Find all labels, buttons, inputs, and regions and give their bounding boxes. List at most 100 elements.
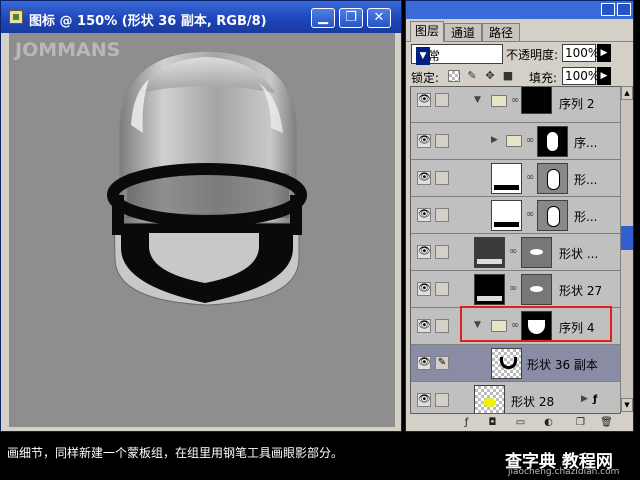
- link-slot[interactable]: [435, 282, 449, 296]
- fill-slider-button[interactable]: ▶: [597, 67, 611, 85]
- layer-name: 序...: [574, 136, 598, 150]
- scroll-up-icon[interactable]: ▲: [621, 86, 633, 100]
- layer-style-icon[interactable]: ƒ: [593, 394, 597, 405]
- tab-channels[interactable]: 通道: [444, 23, 482, 41]
- link-slot[interactable]: [435, 393, 449, 407]
- panel-minimize-button[interactable]: [601, 3, 615, 16]
- blend-mode-select[interactable]: 正常 ▼: [411, 44, 503, 65]
- fill-label: 填充:: [529, 71, 558, 85]
- brush-icon[interactable]: ✎: [435, 356, 449, 370]
- artwork: [107, 50, 307, 306]
- eye-icon[interactable]: 👁: [417, 134, 431, 148]
- adjustment-layer-button[interactable]: ◐: [542, 416, 555, 429]
- panel-tabs: 图层 通道 路径: [406, 21, 633, 42]
- layer-thumbnail[interactable]: [474, 385, 505, 413]
- layer-name: 形状 27: [559, 284, 603, 298]
- layer-row-shape[interactable]: 👁 ∞ 形状 ...: [411, 234, 620, 271]
- eye-icon[interactable]: 👁: [417, 171, 431, 185]
- photoshop-document-icon: [9, 10, 23, 24]
- eye-icon[interactable]: 👁: [417, 356, 431, 370]
- layer-row-shape[interactable]: 👁 ∞ 形...: [411, 160, 620, 197]
- vector-mask-thumbnail[interactable]: [521, 274, 552, 305]
- link-slot[interactable]: [435, 171, 449, 185]
- minimize-button[interactable]: ▁: [311, 8, 335, 28]
- eye-icon[interactable]: 👁: [417, 208, 431, 222]
- tab-layers[interactable]: 图层: [410, 21, 444, 42]
- layer-style-button[interactable]: ƒ: [460, 416, 473, 429]
- chain-icon[interactable]: ∞: [509, 246, 517, 257]
- document-window: 图标 @ 150% (形状 36 副本, RGB/8) ▁ ❐ ✕ JOMMAN…: [0, 0, 402, 432]
- scroll-down-icon[interactable]: ▼: [621, 398, 633, 412]
- fill-input[interactable]: 100%: [562, 67, 599, 85]
- layers-panel: 图层 通道 路径 正常 ▼ 不透明度: 100% ▶ 锁定: ✎ ✥ ■ 填充:…: [405, 0, 634, 432]
- effects-triangle-icon[interactable]: ▶: [581, 394, 588, 404]
- chain-icon[interactable]: ∞: [526, 209, 534, 220]
- document-titlebar[interactable]: 图标 @ 150% (形状 36 副本, RGB/8) ▁ ❐ ✕: [1, 1, 401, 33]
- trash-icon[interactable]: 🗑: [600, 416, 613, 429]
- link-slot[interactable]: [435, 93, 449, 107]
- layer-row-shape-36-copy[interactable]: 👁 ✎ 形状 36 副本: [411, 345, 620, 382]
- mask-thumbnail[interactable]: [521, 87, 552, 114]
- layer-thumbnail[interactable]: [474, 274, 505, 305]
- site-url: jiaocheng.chazidian.com: [508, 467, 620, 477]
- layer-row-group-3[interactable]: 👁 ▶ ∞ 序...: [411, 123, 620, 160]
- highlight-box: [460, 306, 612, 342]
- eye-icon[interactable]: 👁: [417, 282, 431, 296]
- layer-name: 序列 2: [559, 97, 595, 111]
- opacity-label: 不透明度:: [506, 48, 559, 62]
- chain-icon[interactable]: ∞: [509, 283, 517, 294]
- link-slot[interactable]: [435, 245, 449, 259]
- opacity-slider-button[interactable]: ▶: [597, 44, 611, 62]
- lock-pixels-icon[interactable]: ✎: [466, 70, 478, 82]
- layer-thumbnail[interactable]: [474, 237, 505, 268]
- layer-row-shape-27[interactable]: 👁 ∞ 形状 27: [411, 271, 620, 308]
- folder-icon: [506, 135, 522, 147]
- eye-icon[interactable]: 👁: [417, 93, 431, 107]
- opacity-input[interactable]: 100%: [562, 44, 599, 62]
- close-button[interactable]: ✕: [367, 8, 391, 28]
- eye-icon[interactable]: 👁: [417, 393, 431, 407]
- new-layer-button[interactable]: ❐: [574, 416, 587, 429]
- layer-row-group-2[interactable]: 👁 ▼ ∞ 序列 2: [411, 87, 620, 123]
- canvas[interactable]: JOMMANS: [9, 33, 395, 427]
- chain-icon[interactable]: ∞: [526, 135, 534, 146]
- panel-titlebar[interactable]: [406, 1, 633, 19]
- layer-row-shape-28[interactable]: 👁 形状 28 ▶ ƒ: [411, 382, 620, 413]
- lock-position-icon[interactable]: ✥: [484, 70, 496, 82]
- add-mask-button[interactable]: ◘: [486, 416, 499, 429]
- lock-transparent-icon[interactable]: [448, 70, 460, 82]
- eye-icon[interactable]: 👁: [417, 245, 431, 259]
- tab-paths[interactable]: 路径: [482, 23, 520, 41]
- link-slot[interactable]: [435, 319, 449, 333]
- new-group-button[interactable]: ▭: [514, 416, 527, 429]
- layer-thumbnail[interactable]: [491, 348, 522, 379]
- layer-row-shape[interactable]: 👁 ∞ 形...: [411, 197, 620, 234]
- mask-thumbnail[interactable]: [537, 126, 568, 157]
- chevron-down-icon: ▼: [416, 47, 430, 65]
- chain-icon[interactable]: ∞: [526, 172, 534, 183]
- restore-button[interactable]: ❐: [339, 8, 363, 28]
- layer-name: 形状 36 副本: [527, 358, 598, 372]
- lock-all-icon[interactable]: ■: [502, 70, 514, 82]
- link-slot[interactable]: [435, 134, 449, 148]
- vector-mask-thumbnail[interactable]: [537, 200, 568, 231]
- folder-icon: [491, 95, 507, 107]
- caption-text: 画细节，同样新建一个蒙板组，在组里用钢笔工具画眼影部分。: [7, 446, 344, 460]
- document-title: 图标 @ 150% (形状 36 副本, RGB/8): [29, 14, 267, 29]
- link-slot[interactable]: [435, 208, 449, 222]
- layer-thumbnail[interactable]: [491, 163, 522, 194]
- panel-close-button[interactable]: [617, 3, 631, 16]
- layer-name: 形...: [574, 210, 598, 224]
- expand-triangle-icon[interactable]: ▼: [474, 95, 481, 105]
- collapse-triangle-icon[interactable]: ▶: [491, 135, 498, 145]
- panel-bottom-toolbar: ƒ ◘ ▭ ◐ ❐ 🗑: [410, 415, 632, 431]
- layers-scrollbar[interactable]: ▲ ▼: [620, 86, 633, 412]
- chain-icon[interactable]: ∞: [511, 95, 519, 106]
- layers-list: 👁 ▼ ∞ 序列 2 👁 ▶ ∞ 序... 👁 ∞ 形... 👁 ∞ 形... …: [410, 86, 621, 414]
- layer-thumbnail[interactable]: [491, 200, 522, 231]
- vector-mask-thumbnail[interactable]: [537, 163, 568, 194]
- vector-mask-thumbnail[interactable]: [521, 237, 552, 268]
- layer-name: 形状 28: [511, 395, 555, 409]
- eye-icon[interactable]: 👁: [417, 319, 431, 333]
- scroll-thumb[interactable]: [621, 226, 633, 250]
